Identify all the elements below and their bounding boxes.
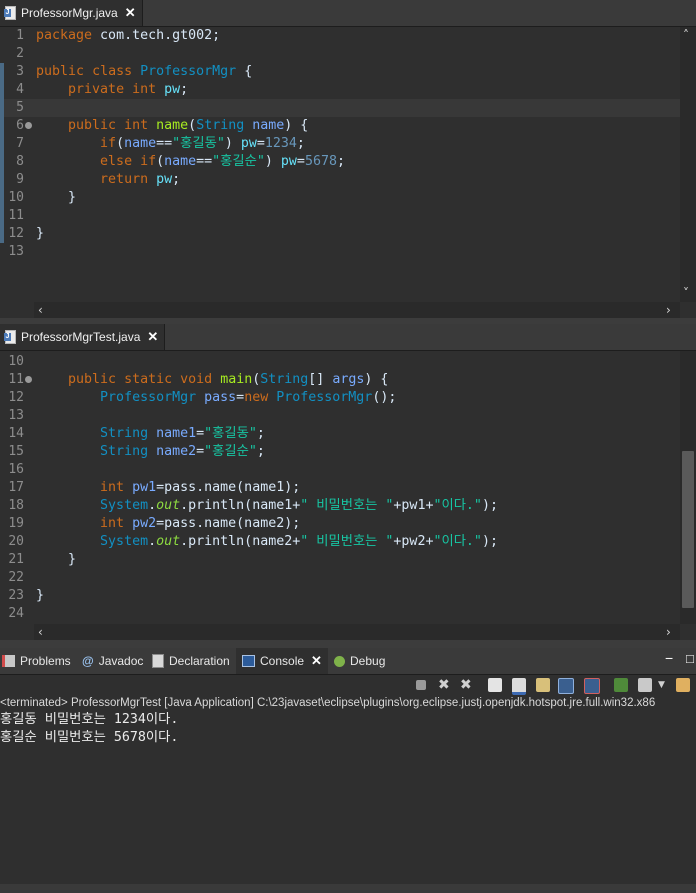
open-console-icon[interactable] — [676, 678, 690, 692]
code-line-current: 5 — [0, 99, 680, 117]
code-line: 14 String name1="홍길동"; — [8, 426, 265, 441]
code-line: 8 else if(name=="홍길순") pw=5678; — [0, 153, 680, 171]
code-line: 21 } — [8, 552, 77, 567]
editor1-code-area[interactable]: 1 package com.tech.gt002; 2 3 public class… — [0, 27, 680, 302]
console-icon — [242, 655, 255, 667]
code-line: 7 if(name=="홍길동") pw=1234; — [0, 135, 680, 153]
scroll-lock-icon[interactable] — [512, 678, 526, 695]
code-line: 4 private int pw; — [0, 81, 680, 99]
declaration-icon — [152, 654, 164, 668]
tab-problems[interactable]: Problems — [2, 648, 71, 674]
console-toolbar: ✖ ✖ ▼ — [0, 675, 696, 695]
code-line: 24 — [8, 606, 24, 621]
panel-sash[interactable] — [0, 640, 696, 648]
code-line: 13 — [8, 244, 24, 259]
code-line: 11 public static void main(String[] args… — [8, 372, 389, 387]
code-line: 23} — [8, 588, 45, 603]
tab-console[interactable]: Console ✕ — [236, 648, 328, 674]
bug-icon — [334, 655, 345, 667]
java-file-icon: J — [4, 330, 16, 344]
code-line: 6 public int name(String name) { — [0, 117, 680, 135]
scroll-left-icon[interactable]: ‹ — [38, 302, 43, 318]
word-wrap-icon[interactable] — [536, 678, 550, 692]
code-line: 12 ProfessorMgr pass=new ProfessorMgr(); — [8, 390, 397, 405]
close-icon[interactable]: ✕ — [125, 5, 136, 21]
fold-icon[interactable] — [25, 376, 32, 383]
display-console-icon[interactable] — [638, 678, 652, 692]
tab-label: ProfessorMgr.java — [21, 6, 118, 20]
editor2-tabbar: J ProfessorMgrTest.java ✕ — [0, 324, 696, 351]
scroll-right-icon[interactable]: › — [666, 624, 671, 640]
console-output-line: 홍길동 비밀번호는 1234이다. — [0, 712, 179, 727]
java-file-icon: J — [4, 6, 16, 20]
fold-icon[interactable] — [25, 122, 32, 129]
code-line: 12} — [0, 225, 680, 243]
tab-declaration[interactable]: Declaration — [152, 648, 230, 674]
remove-all-icon[interactable]: ✖ — [460, 678, 474, 692]
code-line: 3 public class ProfessorMgr { — [0, 63, 680, 81]
code-line: 11 — [0, 207, 680, 225]
clear-console-icon[interactable] — [488, 678, 502, 692]
scroll-down-icon[interactable]: ˅ — [683, 285, 689, 301]
scroll-left-icon[interactable]: ‹ — [38, 624, 43, 640]
editor1-vertical-scrollbar[interactable]: ˄ ˅ — [680, 27, 696, 302]
scrollbar-thumb[interactable] — [682, 451, 694, 608]
code-line: 1 package com.tech.gt002; — [16, 28, 221, 43]
at-sign-icon: @ — [82, 654, 94, 668]
bottom-scroll-track[interactable] — [0, 884, 696, 893]
code-line: 18 System.out.println(name1+" 비밀번호는 "+pw… — [8, 498, 498, 513]
code-line: 9 return pw; — [0, 171, 680, 189]
show-on-stderr-icon[interactable] — [584, 678, 600, 694]
code-line: 20 System.out.println(name2+" 비밀번호는 "+pw… — [8, 534, 498, 549]
code-line: 15 String name2="홍길순"; — [8, 444, 265, 459]
tab-label: ProfessorMgrTest.java — [21, 330, 141, 344]
editor2-horizontal-scrollbar[interactable]: ‹ › — [34, 624, 680, 640]
editor2-code-area[interactable]: 10 11 public static void main(String[] a… — [0, 351, 680, 624]
show-on-stdout-icon[interactable] — [558, 678, 574, 694]
maximize-icon[interactable]: □ — [686, 651, 694, 666]
code-line: 10 — [8, 354, 24, 369]
close-icon[interactable]: ✕ — [311, 653, 322, 669]
tab-javadoc[interactable]: @ Javadoc — [82, 648, 143, 674]
code-line: 16 — [8, 462, 24, 477]
minimize-icon[interactable]: − — [665, 650, 673, 666]
close-icon[interactable]: ✕ — [147, 329, 158, 345]
code-line: 13 — [8, 408, 24, 423]
code-line: 2 — [16, 46, 24, 61]
chevron-down-icon[interactable]: ▼ — [658, 678, 672, 692]
tab-professormgrtest-java[interactable]: J ProfessorMgrTest.java ✕ — [0, 324, 166, 350]
editor1-tabbar: J ProfessorMgr.java ✕ — [0, 0, 696, 27]
remove-launch-icon[interactable]: ✖ — [438, 678, 452, 692]
editor1-horizontal-scrollbar[interactable]: ‹ › — [34, 302, 680, 318]
console-tabbar: Problems @ Javadoc Declaration Console ✕… — [0, 648, 696, 675]
code-line: 22 — [8, 570, 24, 585]
terminate-icon[interactable] — [416, 680, 426, 690]
console-output-line: 홍길순 비밀번호는 5678이다. — [0, 730, 179, 745]
console-status-line: <terminated> ProfessorMgrTest [Java Appl… — [0, 697, 656, 709]
tab-professormgr-java[interactable]: J ProfessorMgr.java ✕ — [0, 0, 143, 26]
problems-icon — [2, 655, 15, 667]
code-line: 17 int pw1=pass.name(name1); — [8, 480, 301, 495]
code-line: 10 } — [0, 189, 680, 207]
scroll-right-icon[interactable]: › — [666, 302, 671, 318]
tab-debug[interactable]: Debug — [334, 648, 385, 674]
editor2-vertical-scrollbar[interactable] — [680, 351, 696, 624]
scroll-up-icon[interactable]: ˄ — [683, 27, 689, 43]
code-line: 19 int pw2=pass.name(name2); — [8, 516, 301, 531]
pin-console-icon[interactable] — [614, 678, 628, 692]
